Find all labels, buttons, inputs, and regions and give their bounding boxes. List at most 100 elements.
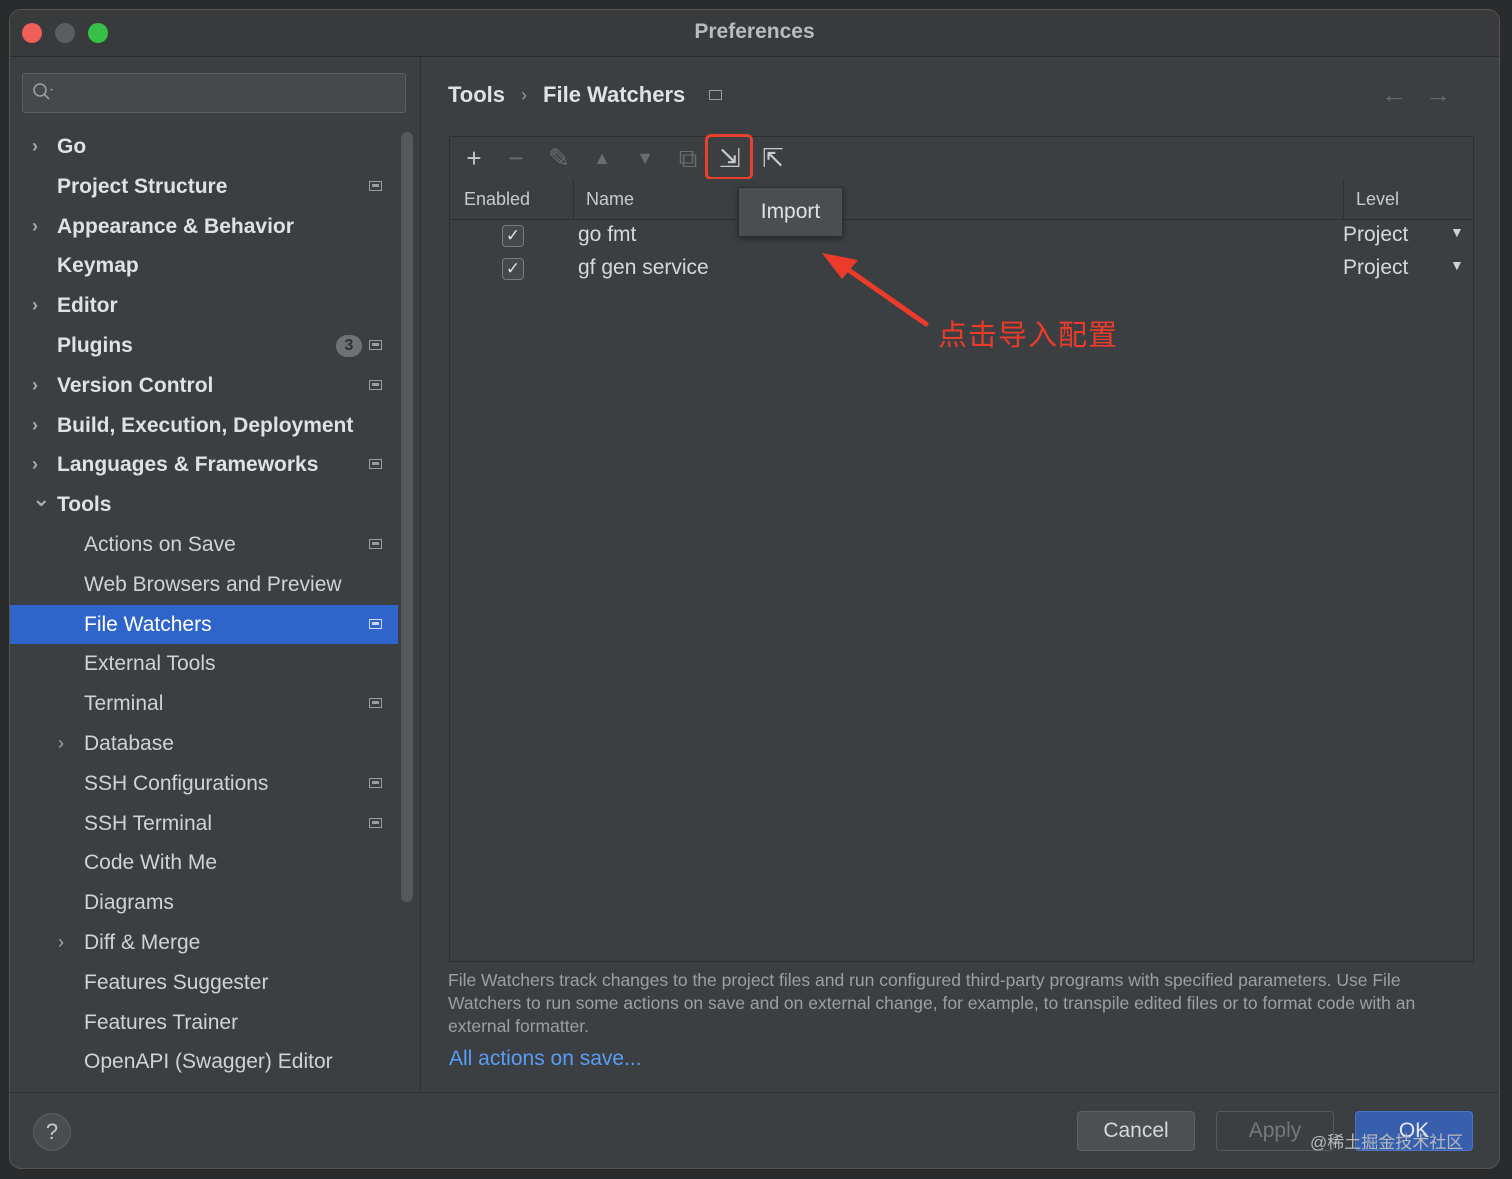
sidebar-item-label: Features Suggester — [84, 970, 269, 994]
dialog-footer: ? Cancel Apply OK — [10, 1092, 1499, 1168]
sidebar-item-project-structure[interactable]: Project Structure — [10, 167, 398, 207]
project-level-icon — [369, 339, 382, 350]
move-down-icon[interactable]: ▼ — [629, 142, 661, 174]
chevron-right-icon[interactable]: › — [32, 207, 46, 247]
sidebar-item-label: Terminal — [84, 692, 164, 716]
sidebar-item-plugins[interactable]: Plugins 3 — [10, 326, 398, 366]
sidebar-item-keymap[interactable]: Keymap — [10, 246, 398, 286]
add-icon[interactable]: + — [458, 142, 490, 174]
chevron-down-icon[interactable]: ▼ — [1450, 257, 1464, 273]
project-level-icon — [369, 618, 382, 629]
sidebar-item-editor[interactable]: › Editor — [10, 286, 398, 326]
breadcrumb-separator: › — [521, 84, 528, 105]
sidebar-item-label: Go — [57, 135, 87, 158]
sidebar-item-label: Editor — [57, 294, 118, 318]
sidebar-item-diff-merge[interactable]: › Diff & Merge — [10, 923, 398, 963]
sidebar-item-languages-frameworks[interactable]: › Languages & Frameworks — [10, 445, 398, 485]
sidebar-item-code-with-me[interactable]: Code With Me — [10, 843, 398, 883]
search-input[interactable] — [22, 73, 406, 113]
search-icon — [33, 83, 53, 100]
sidebar-item-terminal[interactable]: Terminal — [10, 684, 398, 724]
move-up-icon[interactable]: ▲ — [586, 142, 618, 174]
sidebar-item-ssh-configurations[interactable]: SSH Configurations — [10, 764, 398, 804]
sidebar-item-label: Actions on Save — [84, 532, 236, 556]
help-button[interactable]: ? — [33, 1113, 71, 1151]
sidebar-item-openapi-swagger-editor[interactable]: OpenAPI (Swagger) Editor — [10, 1042, 398, 1082]
sidebar-item-go[interactable]: › Go — [10, 127, 398, 167]
table-row[interactable]: ✓ gf gen service Project ▼ — [450, 253, 1473, 286]
breadcrumb-current: File Watchers — [543, 82, 686, 108]
sidebar-item-appearance-behavior[interactable]: › Appearance & Behavior — [10, 207, 398, 247]
chevron-right-icon[interactable]: › — [32, 127, 46, 167]
table-toolbar: + − ✎ ▲ ▼ ⧉ ⇲ ⇱ — [450, 134, 1473, 180]
breadcrumb-parent[interactable]: Tools — [448, 82, 505, 108]
chevron-right-icon[interactable]: › — [58, 923, 72, 963]
import-tooltip: Import — [738, 187, 843, 237]
sidebar-item-features-trainer[interactable]: Features Trainer — [10, 1003, 398, 1043]
project-level-icon — [369, 777, 382, 788]
sidebar-item-tools[interactable]: ⌄ Tools — [10, 485, 398, 525]
enabled-checkbox[interactable]: ✓ — [502, 225, 524, 247]
sidebar-item-ssh-terminal[interactable]: SSH Terminal — [10, 804, 398, 844]
project-level-icon — [369, 379, 382, 390]
sidebar-item-label: Web Browsers and Preview — [84, 572, 342, 596]
chevron-right-icon[interactable]: › — [58, 724, 72, 764]
sidebar-item-label: Project Structure — [57, 174, 228, 198]
chevron-right-icon[interactable]: › — [32, 406, 46, 446]
sidebar-item-external-tools[interactable]: External Tools — [10, 644, 398, 684]
sidebar-item-label: External Tools — [84, 652, 216, 676]
sidebar-item-label: Database — [84, 731, 174, 755]
sidebar-item-label: Features Trainer — [84, 1010, 239, 1034]
sidebar-item-label: Diagrams — [84, 891, 174, 915]
sidebar-item-version-control[interactable]: › Version Control — [10, 366, 398, 406]
chevron-right-icon[interactable]: › — [32, 286, 46, 326]
column-name[interactable]: Name — [586, 179, 634, 219]
preferences-window: Preferences › Go Project Structure › Appeara… — [9, 9, 1500, 1169]
copy-icon[interactable]: ⧉ — [672, 142, 704, 174]
all-actions-on-save-link[interactable]: All actions on save... — [449, 1047, 642, 1071]
window-title: Preferences — [694, 20, 815, 43]
sidebar-item-label: OpenAPI (Swagger) Editor — [84, 1050, 333, 1074]
file-watchers-description: File Watchers track changes to the proje… — [448, 970, 1416, 1036]
back-arrow-icon[interactable]: ← — [1381, 79, 1425, 109]
sidebar-item-web-browsers-and-preview[interactable]: Web Browsers and Preview — [10, 565, 398, 605]
settings-tree: › Go Project Structure › Appearance & Behavi… — [10, 127, 398, 1082]
sidebar-item-label: Diff & Merge — [84, 930, 201, 954]
chevron-down-icon[interactable]: ▼ — [1450, 224, 1464, 240]
sidebar-scrollbar[interactable] — [401, 132, 413, 902]
export-icon[interactable]: ⇱ — [757, 142, 789, 174]
sidebar-item-label: Version Control — [57, 373, 214, 397]
sidebar-item-file-watchers[interactable]: File Watchers — [10, 604, 398, 645]
watcher-name: gf gen service — [578, 256, 709, 279]
watcher-name: go fmt — [578, 223, 637, 246]
history-nav: ←→ — [1381, 79, 1469, 110]
watermark: @稀土掘金技术社区 — [1310, 1133, 1464, 1152]
sidebar-item-build-execution-deployment[interactable]: › Build, Execution, Deployment — [10, 406, 398, 446]
remove-icon[interactable]: − — [500, 142, 532, 174]
column-enabled[interactable]: Enabled — [464, 179, 530, 219]
enabled-checkbox[interactable]: ✓ — [502, 258, 524, 280]
table-header: Enabled Name Level — [450, 179, 1473, 220]
breadcrumb: Tools › File Watchers — [448, 81, 723, 108]
chevron-down-icon[interactable]: ⌄ — [32, 479, 50, 519]
chevron-right-icon[interactable]: › — [32, 366, 46, 406]
sidebar-item-label: SSH Configurations — [84, 771, 269, 795]
forward-arrow-icon[interactable]: → — [1425, 79, 1469, 109]
sidebar-item-label: Appearance & Behavior — [57, 214, 294, 238]
sidebar-item-features-suggester[interactable]: Features Suggester — [10, 963, 398, 1003]
watcher-level[interactable]: Project — [1343, 256, 1408, 280]
sidebar-item-actions-on-save[interactable]: Actions on Save — [10, 525, 398, 565]
titlebar: Preferences — [10, 10, 1499, 57]
watcher-level[interactable]: Project — [1343, 223, 1408, 247]
sidebar-item-label: SSH Terminal — [84, 811, 212, 835]
project-level-icon — [369, 698, 382, 709]
edit-icon[interactable]: ✎ — [543, 142, 575, 174]
project-level-icon — [369, 817, 382, 828]
sidebar-item-diagrams[interactable]: Diagrams — [10, 883, 398, 923]
cancel-button[interactable]: Cancel — [1077, 1111, 1195, 1151]
plugins-update-badge: 3 — [336, 334, 362, 357]
sidebar-item-database[interactable]: › Database — [10, 724, 398, 764]
table-row[interactable]: ✓ go fmt Project ▼ — [450, 220, 1473, 253]
column-level[interactable]: Level — [1356, 179, 1399, 219]
project-level-icon — [369, 538, 382, 549]
